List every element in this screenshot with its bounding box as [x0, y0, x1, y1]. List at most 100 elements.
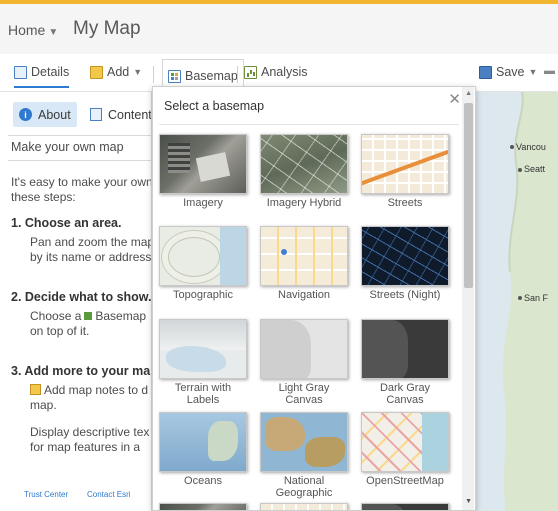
- basemap-option-streets[interactable]: Streets: [360, 134, 450, 209]
- details-label: Details: [31, 65, 70, 79]
- chevron-down-icon: ▼: [528, 67, 538, 77]
- city-marker: [518, 168, 522, 172]
- step-text-part: Add map notes to d: [44, 383, 149, 397]
- analysis-label: Analysis: [261, 65, 308, 79]
- basemap-label: Imagery: [183, 197, 223, 209]
- basemap-thumbnail: [159, 226, 247, 286]
- save-icon: [479, 65, 492, 79]
- home-menu[interactable]: Home ▼: [8, 22, 58, 38]
- basemap-option-light-gray[interactable]: Light Gray Canvas: [259, 319, 349, 406]
- basemap-thumbnail: [260, 412, 348, 472]
- basemap-thumbnail: [361, 226, 449, 286]
- scroll-down-icon[interactable]: ▼: [465, 498, 472, 505]
- basemap-option-openstreetmap[interactable]: OpenStreetMap: [360, 412, 450, 487]
- step-text: Add map notes to d: [30, 383, 148, 398]
- save-button[interactable]: Save ▼: [479, 65, 537, 79]
- add-button[interactable]: Add ▼: [90, 65, 142, 79]
- intro-text: these steps:: [11, 190, 76, 204]
- more-icon[interactable]: ▬: [544, 65, 555, 77]
- basemap-thumbnail: [260, 134, 348, 194]
- add-label: Add: [107, 65, 130, 79]
- city-marker: [518, 296, 522, 300]
- close-icon[interactable]: ✕: [448, 92, 461, 107]
- divider: [8, 135, 151, 136]
- basemap-option-navigation[interactable]: Navigation: [259, 226, 349, 301]
- step-title: 3. Add more to your map: [11, 364, 152, 378]
- step-text: on top of it.: [30, 324, 90, 338]
- step-link: Basemap: [95, 309, 147, 323]
- scroll-up-icon[interactable]: ▲: [465, 90, 472, 97]
- about-label: About: [38, 107, 71, 122]
- save-label: Save: [496, 65, 525, 79]
- step-title: 1. Choose an area.: [11, 216, 122, 230]
- basemap-option-terrain[interactable]: Terrain with Labels: [158, 319, 248, 406]
- footer-link-trust-center[interactable]: Trust Center: [24, 490, 68, 499]
- chevron-down-icon: ▼: [133, 67, 143, 77]
- map-label: San F: [524, 293, 549, 303]
- basemap-thumbnail: [159, 319, 247, 379]
- basemap-label: Basemap: [185, 69, 238, 83]
- basemap-thumbnail: [361, 412, 449, 472]
- basemap-thumbnail: [260, 503, 348, 510]
- basemap-option-streets-night[interactable]: Streets (Night): [360, 226, 450, 301]
- basemap-option-oceans[interactable]: Oceans: [158, 412, 248, 487]
- basemap-option-topographic[interactable]: Topographic: [158, 226, 248, 301]
- basemap-option-imagery[interactable]: Imagery: [158, 134, 248, 209]
- map-view[interactable]: Vancou Seatt San F: [476, 92, 558, 511]
- basemap-thumbnail: [361, 503, 449, 510]
- basemap-button[interactable]: Basemap: [162, 59, 244, 86]
- content-icon: [90, 108, 102, 121]
- basemap-option-partial[interactable]: [360, 503, 450, 510]
- basemap-label: Topographic: [173, 289, 233, 301]
- step-text: map.: [30, 398, 57, 412]
- info-icon: i: [19, 108, 32, 121]
- divider: [8, 160, 151, 161]
- about-button[interactable]: i About: [13, 102, 77, 127]
- basemap-label: OpenStreetMap: [366, 475, 444, 487]
- content-label: Content: [108, 107, 152, 122]
- basemap-thumbnail: [361, 134, 449, 194]
- footer-link-contact-esri[interactable]: Contact Esri: [87, 490, 131, 499]
- basemap-thumbnail: [260, 319, 348, 379]
- basemap-label: Dark Gray Canvas: [379, 382, 431, 406]
- toolbar-divider: [153, 66, 154, 83]
- divider: [159, 124, 459, 125]
- home-label: Home: [8, 22, 46, 38]
- intro-text: It's easy to make your own map in: [11, 175, 152, 189]
- step-title: 2. Decide what to show.: [11, 290, 152, 304]
- panel-heading: Make your own map: [11, 140, 124, 154]
- basemap-label: National Geographic: [275, 475, 333, 499]
- app-header: Home ▼ My Map: [0, 4, 558, 54]
- basemap-label: Streets (Night): [369, 289, 441, 301]
- basemap-label: Terrain with Labels: [174, 382, 232, 406]
- basemap-label: Imagery Hybrid: [266, 197, 342, 209]
- add-note-icon: [30, 384, 41, 395]
- analysis-button[interactable]: Analysis: [244, 65, 308, 79]
- details-icon: [14, 65, 27, 79]
- basemap-thumbnail: [159, 412, 247, 472]
- basemap-icon: [168, 69, 181, 83]
- city-marker: [510, 145, 514, 149]
- basemap-icon: [83, 311, 94, 321]
- basemap-option-partial[interactable]: [158, 503, 248, 510]
- basemap-thumbnail: [260, 226, 348, 286]
- map-label: Vancou: [516, 142, 546, 152]
- basemap-option-national-geographic[interactable]: National Geographic: [259, 412, 349, 499]
- basemap-option-imagery-hybrid[interactable]: Imagery Hybrid: [259, 134, 349, 209]
- step-text: Choose a Basemap: [30, 309, 146, 324]
- basemap-option-dark-gray[interactable]: Dark Gray Canvas: [360, 319, 450, 406]
- map-canvas: Vancou Seatt San F: [476, 92, 558, 511]
- basemap-label: Navigation: [278, 289, 330, 301]
- basemap-label: Streets: [387, 197, 423, 209]
- step-text-part: Choose a: [30, 309, 82, 323]
- step-text: Display descriptive tex: [30, 425, 150, 439]
- basemap-label: Oceans: [184, 475, 222, 487]
- content-button[interactable]: Content: [90, 102, 152, 127]
- scrollbar-thumb[interactable]: [464, 103, 473, 288]
- basemap-thumbnail: [159, 134, 247, 194]
- details-button[interactable]: Details: [14, 65, 70, 88]
- basemap-option-partial[interactable]: [259, 503, 349, 510]
- analysis-icon: [244, 65, 257, 79]
- step-text: Pan and zoom the map or search for: [30, 235, 152, 249]
- chevron-down-icon: ▼: [48, 27, 59, 38]
